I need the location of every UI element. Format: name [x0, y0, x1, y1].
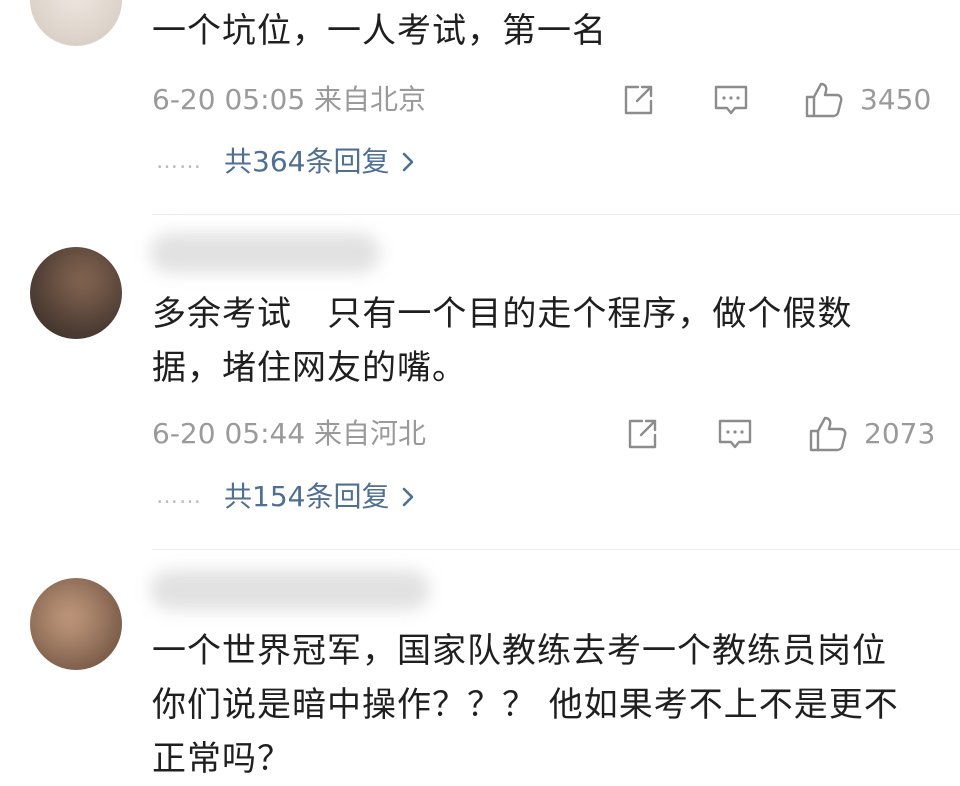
thumbs-up-icon[interactable] [804, 80, 844, 120]
username-blurred[interactable] [150, 570, 430, 610]
comment-item: 多余考试 只有一个目的走个程序，做个假数 据，堵住网友的嘴。 6-20 05:4… [0, 215, 960, 549]
dots: …… [156, 149, 202, 174]
comment-item: 一个坑位，一人考试，第一名 6-20 05:05 来自北京 3450 …… 共3… [0, 0, 960, 214]
avatar[interactable] [30, 578, 122, 670]
username-blurred[interactable] [150, 233, 380, 273]
comment-icon[interactable] [712, 80, 750, 120]
like-count: 3450 [860, 83, 932, 116]
chevron-right-icon [401, 151, 415, 173]
comment-text: 一个坑位，一人考试，第一名 [152, 11, 607, 51]
replies-label: 共154条回复 [224, 480, 390, 513]
thumbs-up-icon[interactable] [808, 414, 848, 454]
comment-item: 一个世界冠军，国家队教练去考一个教练员岗位 你们说是暗中操作？？？ 他如果考不上… [0, 550, 960, 779]
view-replies-link[interactable]: …… 共364条回复 [156, 142, 415, 182]
dots: …… [156, 484, 202, 509]
chevron-right-icon [401, 486, 415, 508]
avatar[interactable] [30, 0, 122, 46]
like-count: 2073 [864, 417, 936, 450]
share-icon[interactable] [620, 80, 656, 120]
comment-text: 多余考试 只有一个目的走个程序，做个假数 据，堵住网友的嘴。 [152, 294, 853, 388]
comment-text: 一个世界冠军，国家队教练去考一个教练员岗位 你们说是暗中操作？？？ 他如果考不上… [152, 631, 899, 779]
comment-meta: 6-20 05:05 来自北京 3450 [152, 80, 932, 120]
share-icon[interactable] [624, 414, 660, 454]
comment-meta: 6-20 05:44 来自河北 2073 [152, 414, 936, 454]
replies-label: 共364条回复 [224, 145, 390, 178]
timestamp-location: 6-20 05:05 来自北京 [152, 83, 427, 116]
comment-icon[interactable] [716, 414, 754, 454]
timestamp-location: 6-20 05:44 来自河北 [152, 417, 427, 450]
avatar[interactable] [30, 247, 122, 339]
view-replies-link[interactable]: …… 共154条回复 [156, 477, 415, 517]
